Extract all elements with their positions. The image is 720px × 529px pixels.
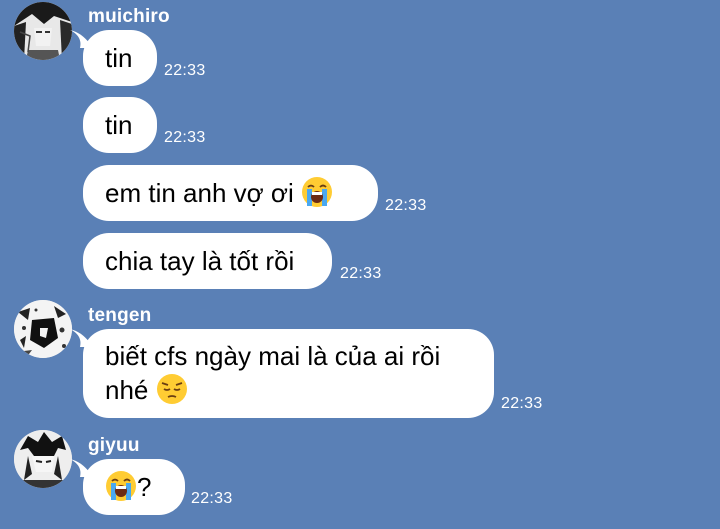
message-bubble[interactable]: ?: [83, 459, 185, 515]
giyuu-avatar[interactable]: [14, 430, 72, 488]
message-text: biết cfs ngày mai là của ai rồi: [105, 341, 441, 371]
message-time: 22:33: [164, 129, 206, 146]
sender-name-giyuu: giyuu: [88, 435, 140, 456]
message-time: 22:33: [164, 62, 206, 79]
message-text: tin: [105, 110, 133, 140]
message-bubble[interactable]: tin: [83, 30, 157, 86]
message-text: nhé: [105, 375, 149, 405]
pensive-face-icon: [156, 373, 188, 405]
message-bubble[interactable]: tin: [83, 97, 157, 153]
message-text: chia tay là tốt rồi: [105, 246, 295, 276]
message-text: em tin anh vợ ơi: [105, 178, 294, 208]
sender-name-muichiro: muichiro: [88, 6, 170, 27]
message-time: 22:33: [191, 490, 233, 507]
sender-name-tengen: tengen: [88, 305, 152, 326]
muichiro-avatar[interactable]: [14, 2, 72, 60]
message-bubble[interactable]: em tin anh vợ ơi: [83, 165, 378, 221]
message-time: 22:33: [385, 197, 427, 214]
tengen-avatar[interactable]: [14, 300, 72, 358]
message-time: 22:33: [340, 265, 382, 282]
loudly-crying-face-icon: [301, 176, 333, 208]
message-bubble[interactable]: biết cfs ngày mai là của ai rồi nhé: [83, 329, 494, 418]
message-bubble[interactable]: chia tay là tốt rồi: [83, 233, 332, 289]
loudly-crying-face-icon: [105, 470, 137, 502]
message-text: tin: [105, 43, 133, 73]
message-text: ?: [137, 472, 152, 502]
message-time: 22:33: [501, 395, 543, 412]
